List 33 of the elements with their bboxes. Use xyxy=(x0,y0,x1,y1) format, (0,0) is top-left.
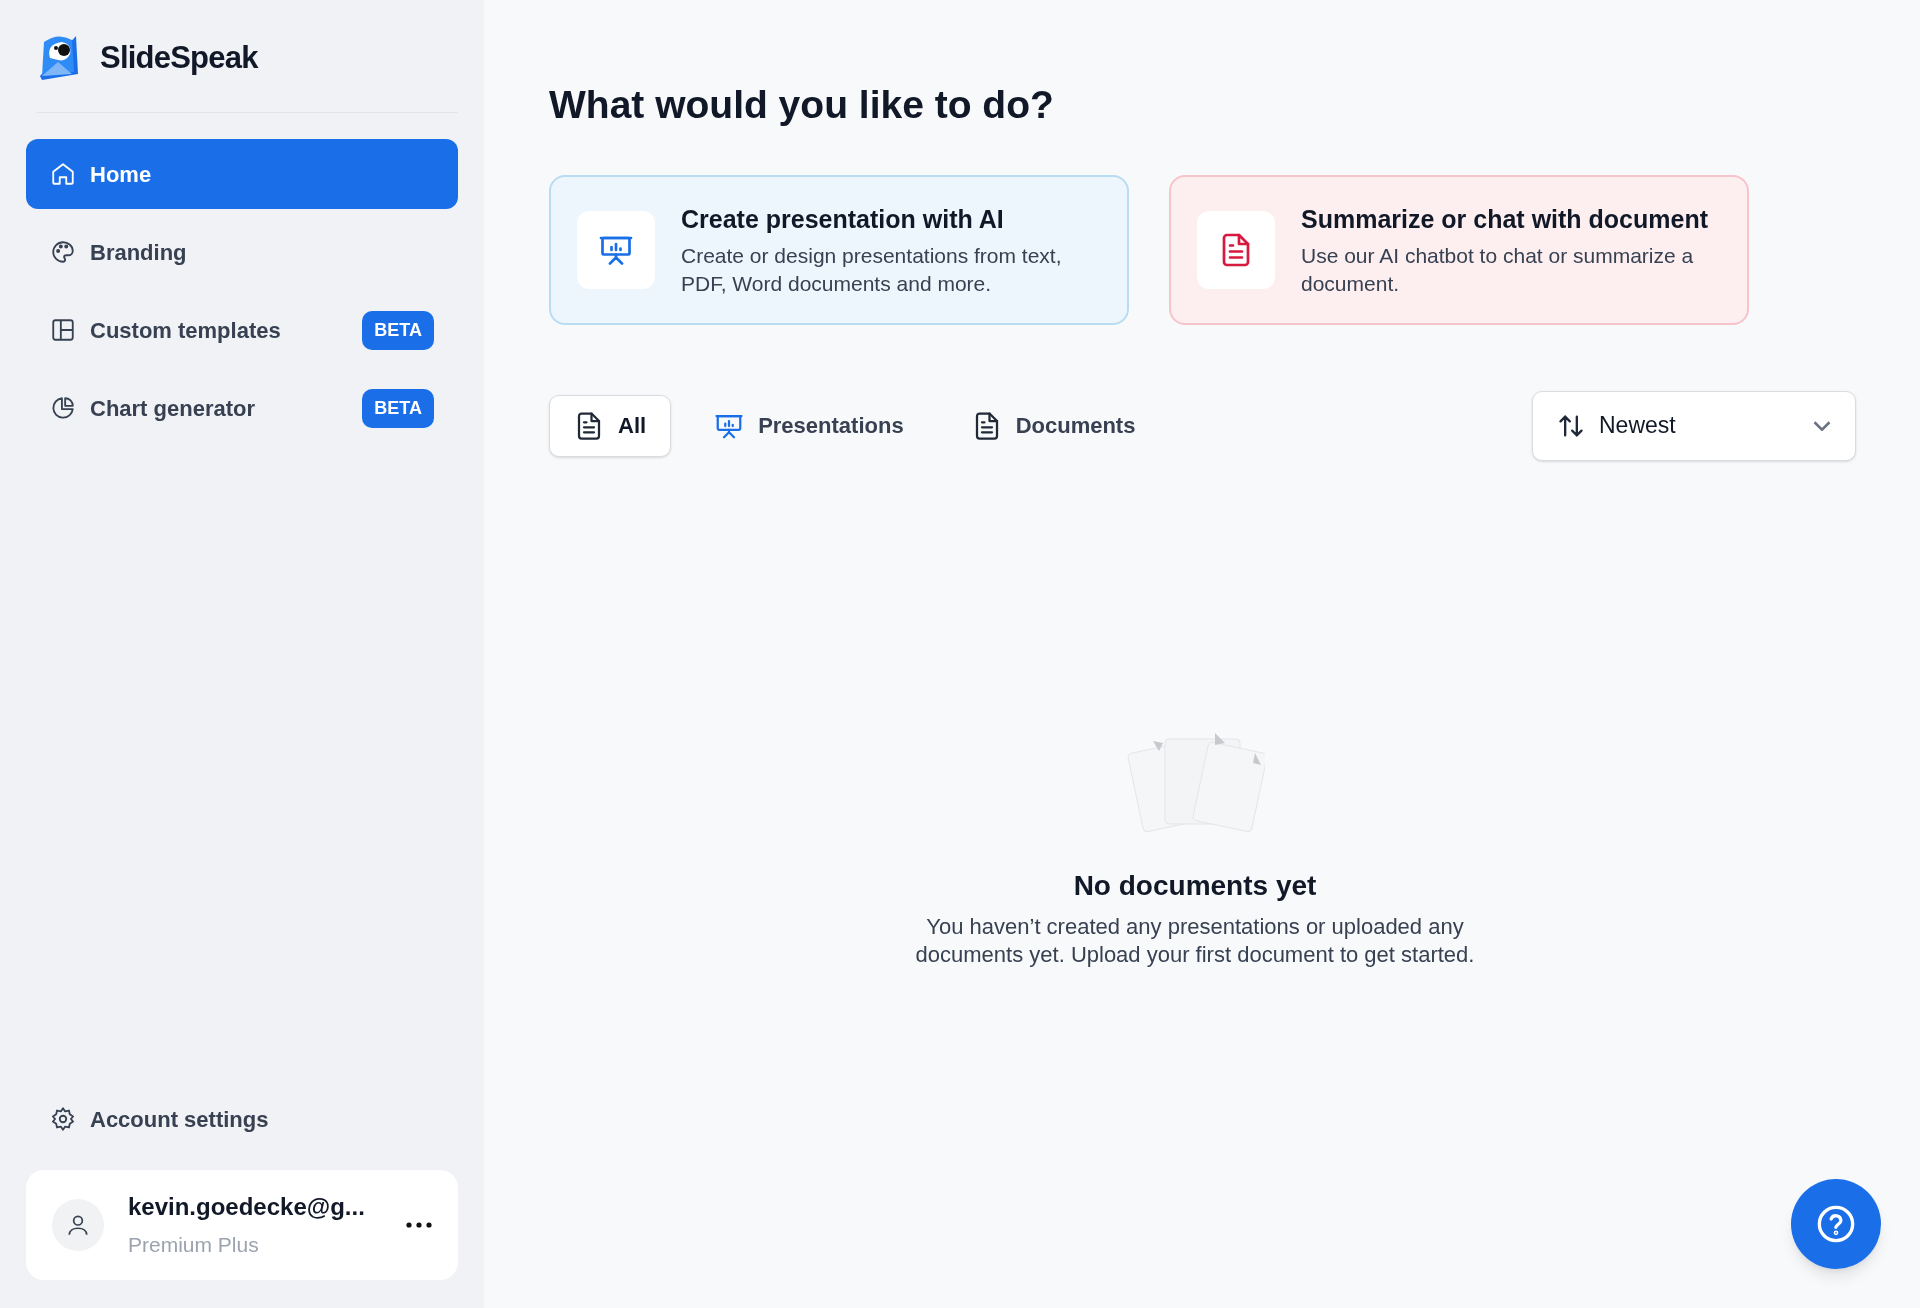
beta-badge: BETA xyxy=(362,310,434,350)
avatar-icon xyxy=(52,1199,104,1251)
sidebar-item[interactable]: Home xyxy=(26,139,458,209)
sidebar-item[interactable]: Custom templates BETA xyxy=(26,295,458,365)
empty-state-description: You haven’t created any presentations or uploaded any documents yet. Upload your first document to get started. xyxy=(915,912,1475,969)
filter-tab[interactable]: Documents xyxy=(946,394,1161,457)
user-plan: Premium Plus xyxy=(128,1232,260,1259)
page-heading: What would you like to do? xyxy=(549,82,1055,128)
chevron-down-icon xyxy=(1813,420,1831,431)
home-icon xyxy=(50,161,76,187)
sidebar-item[interactable]: Chart generator BETA xyxy=(26,373,458,443)
sort-dropdown[interactable]: Newest xyxy=(1532,390,1856,461)
settings-icon xyxy=(50,1106,76,1132)
sidebar-item[interactable]: Account settings xyxy=(26,1094,458,1144)
action-card[interactable]: Create presentation with AI Create or design presentations from text, PDF, Word documents and more. xyxy=(549,174,1129,325)
empty-state-title: No documents yet xyxy=(1073,868,1317,903)
card-description: Create or design presentations from text, PDF, Word documents and more. xyxy=(681,243,1063,298)
user-email: kevin.goedecke@g... xyxy=(128,1192,366,1223)
card-title: Create presentation with AI xyxy=(681,203,1005,235)
filter-tab[interactable]: All xyxy=(549,394,672,457)
filter-tab[interactable]: Presentations xyxy=(689,394,929,457)
layout-icon xyxy=(50,317,76,343)
beta-badge: BETA xyxy=(362,388,434,428)
pie-chart-icon xyxy=(50,395,76,421)
brand-name: SlideSpeak xyxy=(100,38,258,77)
more-icon[interactable] xyxy=(406,1222,432,1228)
palette-icon xyxy=(50,239,76,265)
help-icon xyxy=(1816,1204,1856,1244)
action-card[interactable]: Summarize or chat with document Use our AI chatbot to chat or summarize a document. xyxy=(1169,174,1749,325)
card-description: Use our AI chatbot to chat or summarize a document. xyxy=(1301,243,1695,298)
sidebar-item[interactable]: Branding xyxy=(26,217,458,287)
user-card[interactable]: kevin.goedecke@g... Premium Plus xyxy=(26,1170,458,1280)
card-title: Summarize or chat with document xyxy=(1301,203,1709,235)
